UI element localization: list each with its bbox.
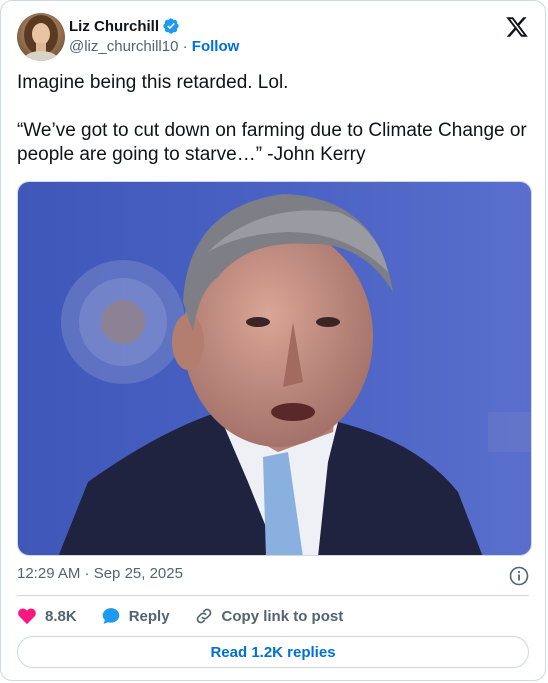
like-count: 8.8K	[45, 607, 77, 625]
action-bar: 8.8K Reply Copy link to post	[17, 606, 367, 626]
avatar[interactable]	[17, 13, 65, 61]
reply-label: Reply	[128, 607, 170, 625]
tweet-card: Liz Churchill @liz_churchill10 · Follow …	[0, 0, 546, 681]
timestamp[interactable]: 12:29 AM · Sep 25, 2025	[17, 565, 183, 582]
tweet-text: Imagine being this retarded. Lol. “We’ve…	[17, 72, 527, 165]
like-button[interactable]: 8.8K	[17, 606, 77, 626]
handle-row: @liz_churchill10 · Follow	[69, 38, 239, 55]
handle[interactable]: @liz_churchill10	[69, 38, 178, 55]
name-row: Liz Churchill	[69, 17, 180, 35]
heart-icon	[17, 606, 37, 626]
tweet-header: Liz Churchill @liz_churchill10 · Follow	[17, 13, 529, 61]
verified-badge-icon	[162, 17, 180, 35]
tweet-photo[interactable]	[17, 181, 532, 556]
follow-link[interactable]: Follow	[192, 38, 240, 55]
link-icon	[194, 606, 214, 626]
divider	[17, 595, 529, 596]
copy-link-label: Copy link to post	[221, 607, 344, 625]
separator: ·	[182, 38, 188, 55]
info-icon[interactable]	[509, 566, 529, 586]
read-replies-button[interactable]: Read 1.2K replies	[17, 636, 529, 668]
x-logo-icon[interactable]	[505, 15, 529, 39]
copy-link-button[interactable]: Copy link to post	[194, 606, 344, 626]
display-name[interactable]: Liz Churchill	[69, 18, 159, 35]
reply-button[interactable]: Reply	[101, 606, 170, 626]
reply-bubble-icon	[101, 606, 121, 626]
